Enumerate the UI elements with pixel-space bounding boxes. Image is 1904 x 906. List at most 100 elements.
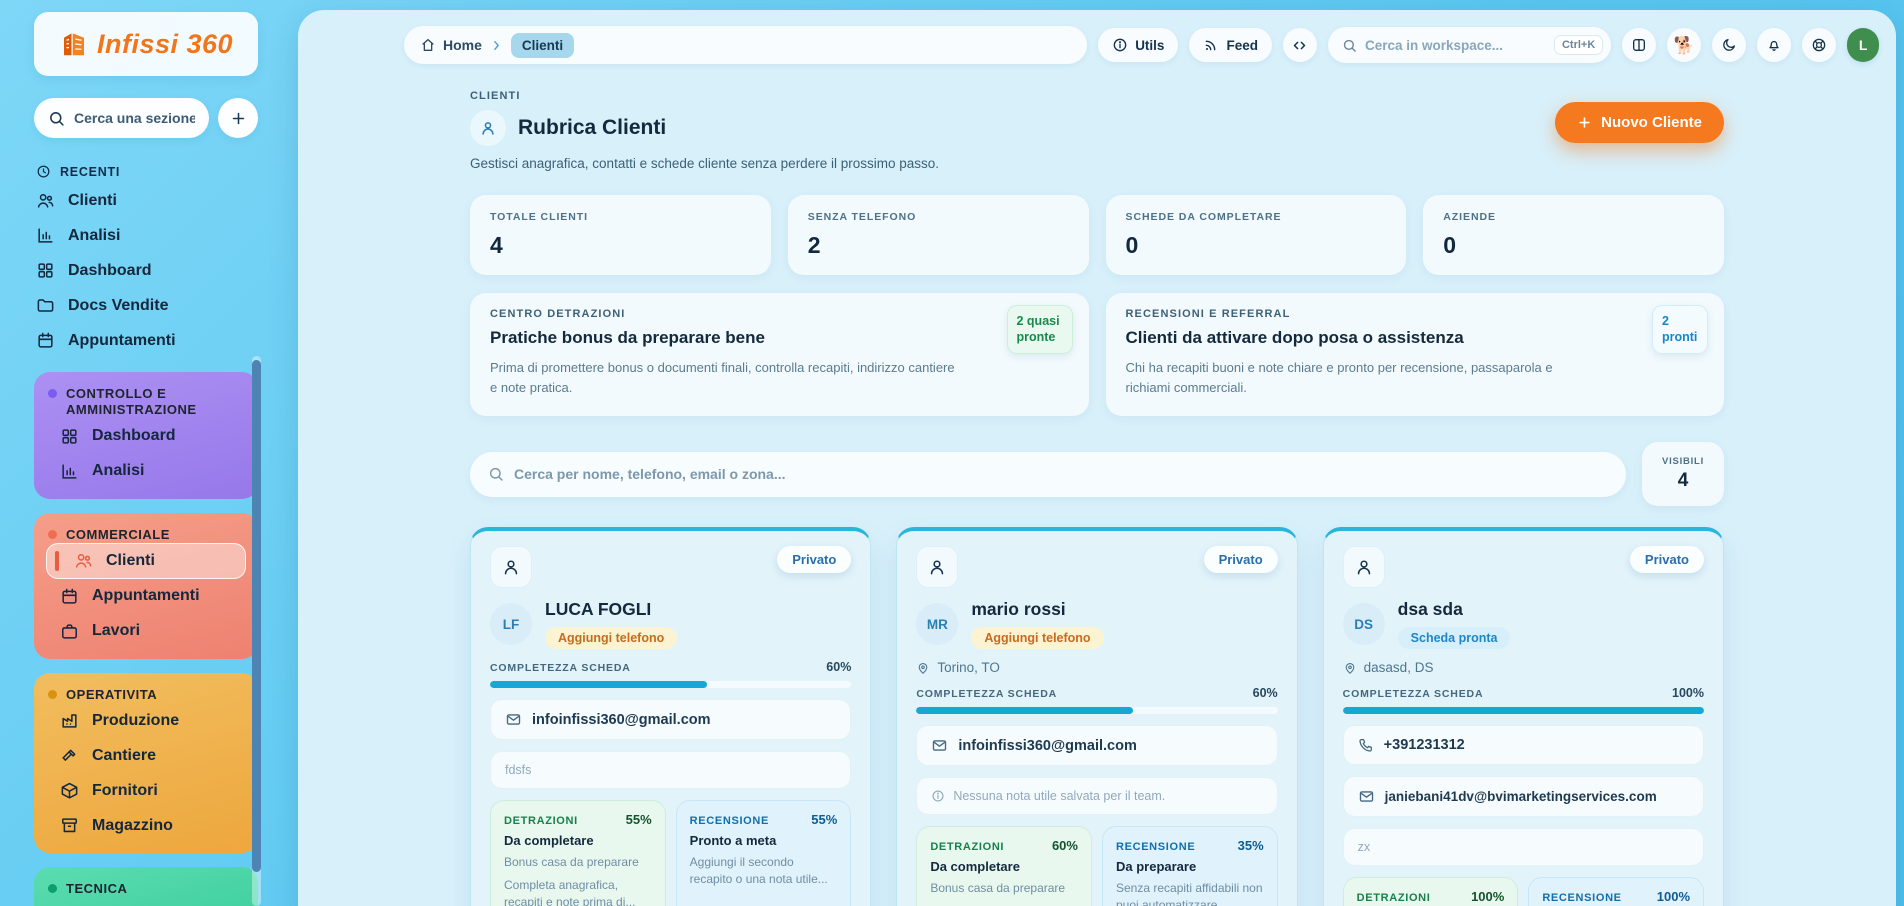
avatar-initials: LF [490, 603, 532, 645]
sidebar-item-produzione[interactable]: Produzione [46, 703, 246, 738]
sidebar-group-operativita: OPERATIVITA Produzione Cantiere Fornitor… [34, 673, 258, 853]
add-phone-pill[interactable]: Aggiungi telefono [545, 627, 677, 649]
banner-detrazioni: CENTRO DETRAZIONI Pratiche bonus da prep… [470, 293, 1089, 416]
dark-mode-button[interactable] [1712, 28, 1746, 62]
new-client-button[interactable]: Nuovo Cliente [1555, 102, 1724, 143]
badge-pronti: 2 pronti [1652, 305, 1708, 354]
sidebar-scrollbar[interactable] [252, 356, 261, 906]
app-logo[interactable]: Infissi 360 [34, 12, 258, 76]
scheda-pronta-pill[interactable]: Scheda pronta [1398, 627, 1511, 649]
main-panel: Home Clienti Utils Feed Ctrl+K [298, 10, 1896, 906]
group-dot [48, 690, 57, 699]
pin-icon [916, 661, 930, 675]
stat-schede-da-completare: SCHEDE DA COMPLETARE 0 [1106, 195, 1407, 275]
notifications-button[interactable] [1757, 28, 1791, 62]
workspace-search-input[interactable] [1365, 38, 1546, 53]
note-field[interactable]: Nessuna nota utile salvata per il team. [916, 777, 1277, 815]
code-button[interactable] [1283, 28, 1317, 62]
sidebar-item-analisi-recent[interactable]: Analisi [34, 218, 258, 253]
email-field[interactable]: infoinfissi360@gmail.com [490, 699, 851, 740]
sidebar-item-analisi-admin[interactable]: Analisi [46, 454, 246, 489]
sidebar-item-magazzino[interactable]: Magazzino [46, 808, 246, 843]
sidebar-item-clienti-active[interactable]: Clienti [46, 543, 246, 579]
person-icon [916, 546, 958, 588]
chart-icon [60, 462, 79, 481]
mail-icon [931, 737, 948, 754]
calendar-icon [60, 587, 79, 606]
person-icon [470, 110, 506, 146]
banner-recensioni: RECENSIONI E REFERRAL Clienti da attivar… [1106, 293, 1725, 416]
progress-bar [916, 707, 1277, 714]
person-icon [1343, 546, 1385, 588]
phone-field[interactable]: +391231312 [1343, 725, 1704, 765]
sidebar-item-dashboard-admin[interactable]: Dashboard [46, 419, 246, 454]
recenti-header: RECENTI [36, 164, 258, 179]
sidebar-item-docs-vendite[interactable]: Docs Vendite [34, 288, 258, 323]
privacy-badge[interactable]: Privato [1204, 546, 1278, 573]
sidebar-group-tecnica: TECNICA [34, 867, 258, 906]
detrazioni-mini-card[interactable]: DETRAZIONI55% Da completare Bonus casa d… [490, 800, 666, 906]
workspace-search[interactable]: Ctrl+K [1328, 27, 1611, 63]
client-filter-input[interactable] [514, 466, 1608, 482]
completeness-value: 60% [1253, 686, 1278, 700]
completeness-label: COMPLETEZZA SCHEDA [916, 688, 1057, 700]
email-field[interactable]: janiebani41dv@bvimarketingservices.com [1343, 776, 1704, 817]
mascot-button[interactable]: 🐕 [1667, 28, 1701, 62]
client-filter-search[interactable] [470, 452, 1626, 497]
email-field[interactable]: infoinfissi360@gmail.com [916, 725, 1277, 766]
breadcrumb-home[interactable]: Home [420, 37, 482, 53]
add-section-button[interactable] [218, 98, 258, 138]
recensione-mini-card[interactable]: RECENSIONE35% Da preparare Senza recapit… [1102, 826, 1278, 906]
phone-icon [1358, 737, 1374, 753]
plus-icon [230, 110, 247, 127]
utils-button[interactable]: Utils [1098, 28, 1178, 62]
sidebar-item-appuntamenti-recent[interactable]: Appuntamenti [34, 323, 258, 358]
chevron-right-icon [490, 39, 503, 52]
recensione-mini-card[interactable]: RECENSIONE55% Pronto a meta Aggiungi il … [676, 800, 852, 906]
topbar: Home Clienti Utils Feed Ctrl+K [298, 10, 1896, 64]
sidebar-item-appuntamenti[interactable]: Appuntamenti [46, 579, 246, 614]
scrollbar-thumb[interactable] [252, 360, 261, 872]
lifebuoy-icon [1811, 37, 1827, 53]
sidebar-search-input[interactable] [74, 110, 195, 126]
location-row: Torino, TO [916, 660, 1277, 675]
mascot-dog-icon: 🐕 [1674, 37, 1695, 54]
avatar-initials: DS [1343, 603, 1385, 645]
breadcrumb-current[interactable]: Clienti [511, 33, 574, 58]
sidebar-item-dashboard-recent[interactable]: Dashboard [34, 253, 258, 288]
help-button[interactable] [1802, 28, 1836, 62]
filter-row: VISIBILI 4 [470, 442, 1724, 506]
privacy-badge[interactable]: Privato [1630, 546, 1704, 573]
progress-fill [1343, 707, 1704, 714]
pin-icon [1343, 661, 1357, 675]
sidebar-item-clienti-recent[interactable]: Clienti [34, 183, 258, 218]
sidebar-item-lavori[interactable]: Lavori [46, 614, 246, 649]
client-card-luca-fogli[interactable]: Privato LF LUCA FOGLI Aggiungi telefono … [470, 527, 871, 906]
client-name: dsa sda [1398, 599, 1511, 620]
feed-button[interactable]: Feed [1189, 28, 1272, 62]
code-icon [1292, 38, 1307, 53]
page-eyebrow: CLIENTI [470, 90, 1724, 102]
add-phone-pill[interactable]: Aggiungi telefono [971, 627, 1103, 649]
search-icon [488, 466, 504, 482]
sidebar-search[interactable] [34, 98, 209, 138]
recensione-mini-card[interactable]: RECENSIONE100% Pronto per recensione Qua… [1528, 877, 1704, 906]
client-name: mario rossi [971, 599, 1103, 620]
completeness-label: COMPLETEZZA SCHEDA [1343, 688, 1484, 700]
location-row: dasasd, DS [1343, 660, 1704, 675]
client-card-mario-rossi[interactable]: Privato MR mario rossi Aggiungi telefono… [896, 527, 1297, 906]
active-indicator [55, 551, 59, 571]
user-avatar[interactable]: L [1847, 28, 1879, 62]
layout-columns-button[interactable] [1622, 28, 1656, 62]
page-subtitle: Gestisci anagrafica, contatti e schede c… [470, 156, 1724, 171]
client-card-dsa-sda[interactable]: Privato DS dsa sda Scheda pronta dasasd,… [1323, 527, 1724, 906]
note-field[interactable]: fdsfs [490, 751, 851, 789]
client-name: LUCA FOGLI [545, 599, 677, 620]
sidebar-item-cantiere[interactable]: Cantiere [46, 738, 246, 773]
detrazioni-mini-card[interactable]: DETRAZIONI60% Da completare Bonus casa d… [916, 826, 1092, 906]
note-field[interactable]: zx [1343, 828, 1704, 866]
box-icon [60, 781, 79, 800]
privacy-badge[interactable]: Privato [777, 546, 851, 573]
detrazioni-mini-card[interactable]: DETRAZIONI100% Quasi pronta Bonus casa /… [1343, 877, 1519, 906]
sidebar-item-fornitori[interactable]: Fornitori [46, 773, 246, 808]
